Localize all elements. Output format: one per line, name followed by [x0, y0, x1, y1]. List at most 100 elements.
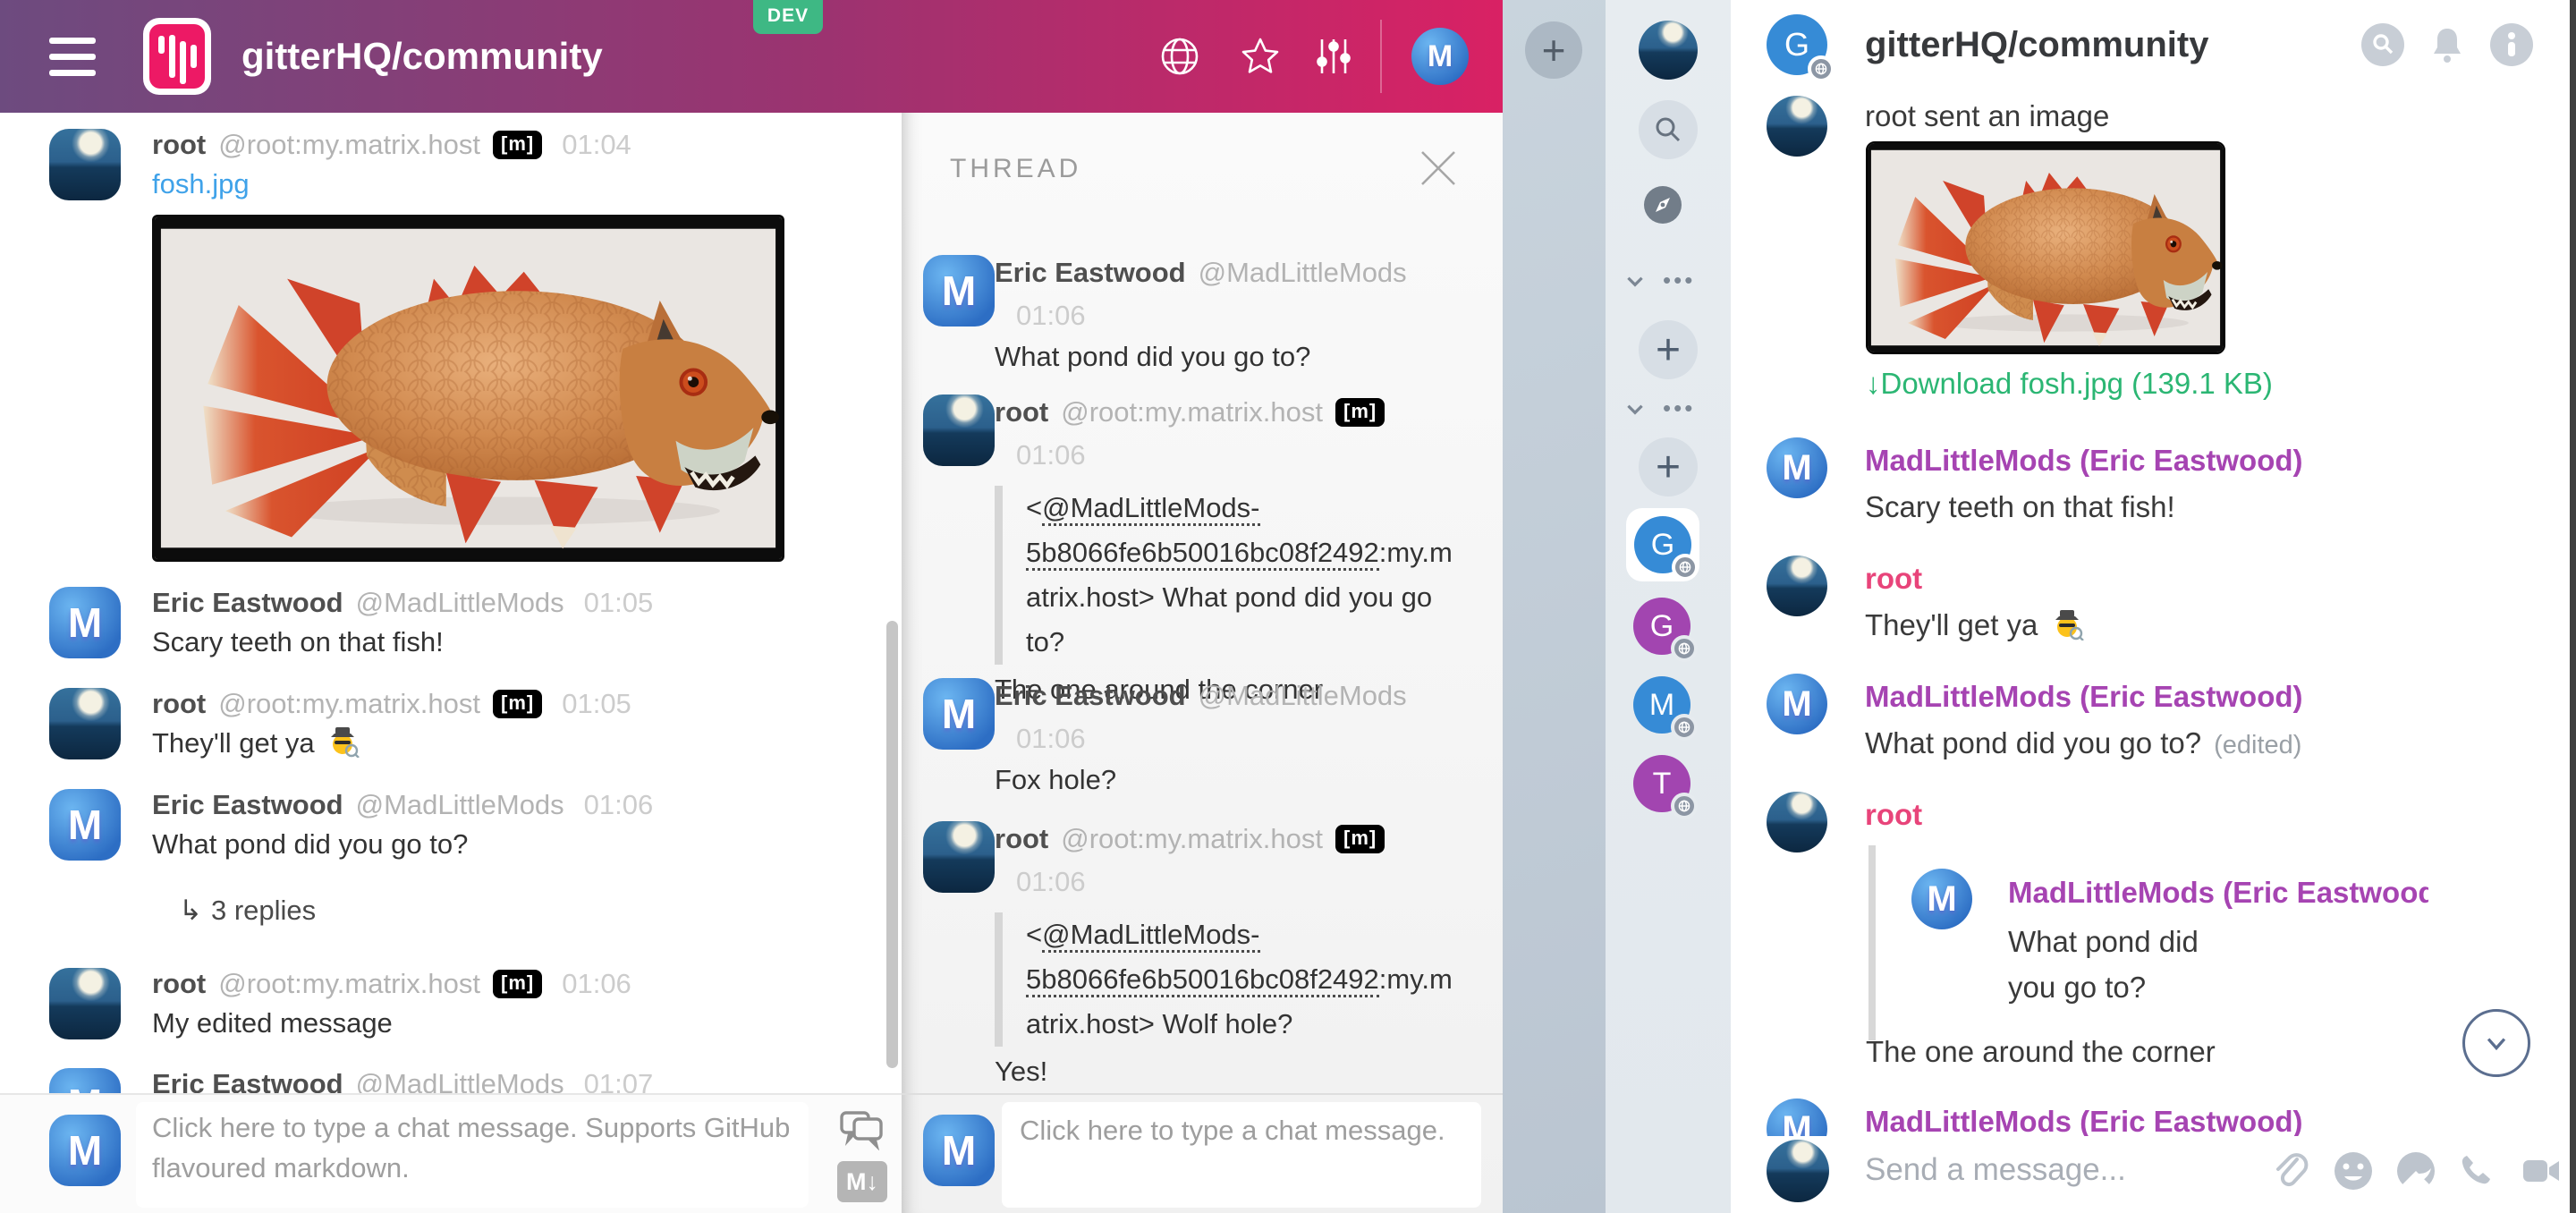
chat-message: root @root:my.matrix.host [m] 01:04 fosh…: [0, 125, 902, 562]
avatar-root[interactable]: [923, 821, 995, 893]
sender-handle: @MadLittleMods: [356, 587, 564, 619]
avatar-madlittlemods[interactable]: M: [1767, 437, 1827, 498]
room-title: gitterHQ/community: [1865, 0, 2208, 89]
avatar-root[interactable]: [1767, 556, 1827, 616]
timeline-message: root They'll get ya: [1731, 556, 2576, 646]
mention-link[interactable]: @MadLittleMods-5b8066fe6b50016bc08f2492: [1026, 492, 1379, 571]
thread-panel: THREAD M Eric Eastwood @MadLittleMods 01…: [902, 113, 1503, 1213]
menu-icon[interactable]: [49, 38, 96, 77]
section-rooms[interactable]: •••: [1623, 394, 1695, 422]
chat-input[interactable]: [136, 1102, 809, 1208]
avatar-madlittlemods[interactable]: M: [49, 789, 121, 861]
search-button[interactable]: [1639, 100, 1698, 159]
avatar-root[interactable]: [49, 688, 121, 759]
sender-handle: @root:my.matrix.host: [218, 968, 480, 1000]
close-icon[interactable]: [1415, 145, 1462, 191]
avatar-root[interactable]: [923, 394, 995, 466]
public-room-globe-icon: [1808, 55, 1835, 82]
avatar-root[interactable]: [49, 129, 121, 200]
thread-input[interactable]: [1002, 1102, 1481, 1208]
mention-link[interactable]: @MadLittleMods-5b8066fe6b50016bc08f2492: [1026, 919, 1379, 997]
reply-quote-bar: [1868, 845, 1876, 1040]
message-text: The one around the corner: [1866, 1031, 2216, 1073]
settings-sliders-icon[interactable]: [1313, 36, 1354, 77]
window-scrollbar-edge[interactable]: [2570, 0, 2576, 1213]
chat-message: M Eric Eastwood @MadLittleMods 01:06 Wha…: [0, 785, 902, 927]
thread-message: root @root:my.matrix.host [m] 01:06 <@Ma…: [902, 391, 1503, 709]
room-item-selected[interactable]: G: [1626, 508, 1699, 581]
room-info-icon[interactable]: [2490, 23, 2533, 66]
chat-scrollbar[interactable]: [886, 621, 898, 1068]
avatar-madlittlemods[interactable]: M: [923, 678, 995, 750]
sender-name[interactable]: root: [1865, 558, 2576, 599]
edited-label: (edited): [2214, 731, 2301, 759]
sender-name[interactable]: MadLittleMods (Eric Eastwood): [1865, 440, 2576, 481]
sender-name[interactable]: root: [152, 129, 206, 161]
thread-message: M Eric Eastwood @MadLittleMods 01:06 Fox…: [902, 674, 1503, 800]
sender-handle: @MadLittleMods: [1199, 257, 1407, 289]
sender-handle: @root:my.matrix.host: [1061, 823, 1323, 855]
fosh-image[interactable]: [152, 215, 784, 562]
element-room-list: ••• + ••• + G G M T: [1606, 0, 1731, 1213]
explore-compass-button[interactable]: [1643, 185, 1682, 225]
sender-name[interactable]: Eric Eastwood: [152, 789, 343, 821]
download-link[interactable]: ↓Download fosh.jpg (139.1 KB): [1866, 367, 2273, 401]
fosh-image[interactable]: [1866, 141, 2225, 354]
chat-mode-toggle-icon[interactable]: [839, 1107, 886, 1150]
sender-name[interactable]: root: [995, 823, 1048, 855]
room-item[interactable]: T: [1633, 755, 1690, 812]
avatar-madlittlemods[interactable]: M: [923, 255, 995, 327]
room-item[interactable]: M: [1633, 676, 1690, 734]
avatar-madlittlemods[interactable]: M: [1767, 674, 1827, 734]
sender-name[interactable]: root: [152, 688, 206, 720]
notifications-bell-icon[interactable]: [2426, 23, 2469, 66]
quoted-sender-name[interactable]: MadLittleMods (Eric Eastwood): [2008, 872, 2428, 913]
jump-to-bottom-button[interactable]: [2462, 1009, 2530, 1077]
add-room-button[interactable]: +: [1639, 437, 1698, 496]
sender-name[interactable]: root: [995, 396, 1048, 428]
room-item[interactable]: G: [1633, 598, 1690, 655]
file-link[interactable]: fosh.jpg: [152, 165, 250, 204]
avatar-madlittlemods[interactable]: M: [49, 587, 121, 658]
attachment-paperclip-icon[interactable]: [2270, 1150, 2311, 1192]
message-text: They'll get ya: [1865, 605, 2576, 646]
emoji-icon[interactable]: [2333, 1150, 2374, 1192]
globe-icon[interactable]: [1159, 36, 1200, 77]
avatar-root[interactable]: [1767, 792, 1827, 852]
markdown-icon[interactable]: M↓: [837, 1161, 887, 1202]
avatar-root[interactable]: [1767, 96, 1827, 157]
create-space-button[interactable]: +: [1525, 21, 1582, 79]
room-avatar[interactable]: G: [1767, 14, 1827, 75]
video-call-icon[interactable]: [2521, 1150, 2562, 1192]
sender-name[interactable]: MadLittleMods (Eric Eastwood): [1865, 676, 2576, 717]
avatar-root[interactable]: [49, 968, 121, 1039]
sender-name[interactable]: Eric Eastwood: [152, 587, 343, 619]
voice-call-phone-icon[interactable]: [2458, 1150, 2499, 1192]
user-avatar[interactable]: [1639, 21, 1698, 80]
sender-name[interactable]: Eric Eastwood: [995, 257, 1186, 289]
timestamp: 01:06: [1016, 434, 1503, 477]
star-icon[interactable]: [1240, 36, 1281, 77]
thread-title: THREAD: [950, 154, 1081, 184]
composer-avatar: M: [49, 1115, 121, 1186]
thread-message: M Eric Eastwood @MadLittleMods 01:06 Wha…: [902, 251, 1503, 377]
user-avatar[interactable]: M: [1411, 28, 1469, 85]
matrix-client-app: G gitterHQ/community root sent an image …: [1731, 0, 2576, 1213]
gitter-message-list[interactable]: root @root:my.matrix.host [m] 01:04 fosh…: [0, 113, 902, 1213]
sticker-icon[interactable]: [2395, 1150, 2436, 1192]
thread-replies-link[interactable]: ↳3 replies: [152, 895, 902, 927]
sender-name[interactable]: root: [1865, 794, 1922, 836]
message-text: Fox hole?: [995, 760, 1503, 800]
avatar-madlittlemods[interactable]: M: [1911, 869, 1972, 929]
section-favourites[interactable]: •••: [1623, 267, 1695, 294]
gitter-composer: M Click here to type a chat message. Sup…: [0, 1093, 902, 1213]
message-text: Scary teeth on that fish!: [152, 623, 902, 662]
sender-name[interactable]: root: [152, 968, 206, 1000]
add-room-button[interactable]: +: [1639, 320, 1698, 379]
ellipsis-icon: •••: [1663, 267, 1695, 294]
search-icon[interactable]: [2361, 23, 2404, 66]
message-text: They'll get ya: [152, 724, 902, 763]
gitter-logo-icon[interactable]: [143, 18, 211, 95]
chat-message: root @root:my.matrix.host [m] 01:06 My e…: [0, 964, 902, 1043]
sender-name[interactable]: Eric Eastwood: [995, 680, 1186, 712]
